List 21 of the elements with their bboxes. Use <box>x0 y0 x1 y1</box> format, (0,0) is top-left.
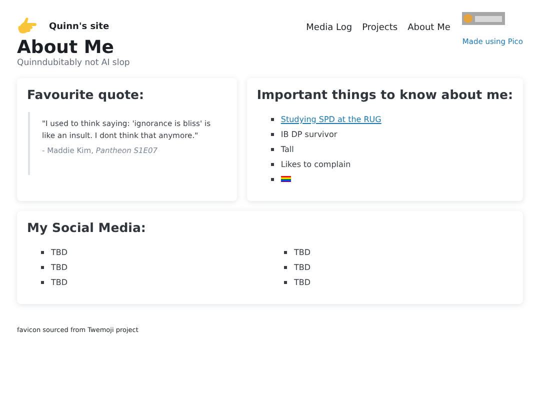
site-name[interactable]: Quinn's site <box>49 22 110 32</box>
fact-text: IB DP survivor <box>280 130 338 139</box>
hosting-badge[interactable] <box>462 12 506 25</box>
page-subtitle: Quinndubitably not AI slop <box>17 58 130 68</box>
fact-text: Tall <box>280 144 294 154</box>
card-heading: My Social Media: <box>27 220 147 235</box>
card-heading: Important things to know about me: <box>256 86 513 102</box>
fact-text: Likes to complain <box>280 160 351 169</box>
page-title: About Me <box>17 38 114 58</box>
card-heading: Favourite quote: <box>27 86 146 102</box>
social-item: TBD <box>51 262 68 272</box>
study-link[interactable]: Studying SPD at the RUG <box>280 114 382 124</box>
social-item: TBD <box>51 278 68 287</box>
nav-link[interactable]: Projects <box>362 23 398 33</box>
nav-link[interactable]: Media Log <box>306 23 352 33</box>
social-item: TBD <box>294 248 311 257</box>
social-item: TBD <box>51 248 68 257</box>
rainbow-flag-icon <box>280 175 291 184</box>
social-item: TBD <box>294 278 311 287</box>
social-item: TBD <box>294 262 311 272</box>
nav-link[interactable]: About Me <box>408 23 450 33</box>
